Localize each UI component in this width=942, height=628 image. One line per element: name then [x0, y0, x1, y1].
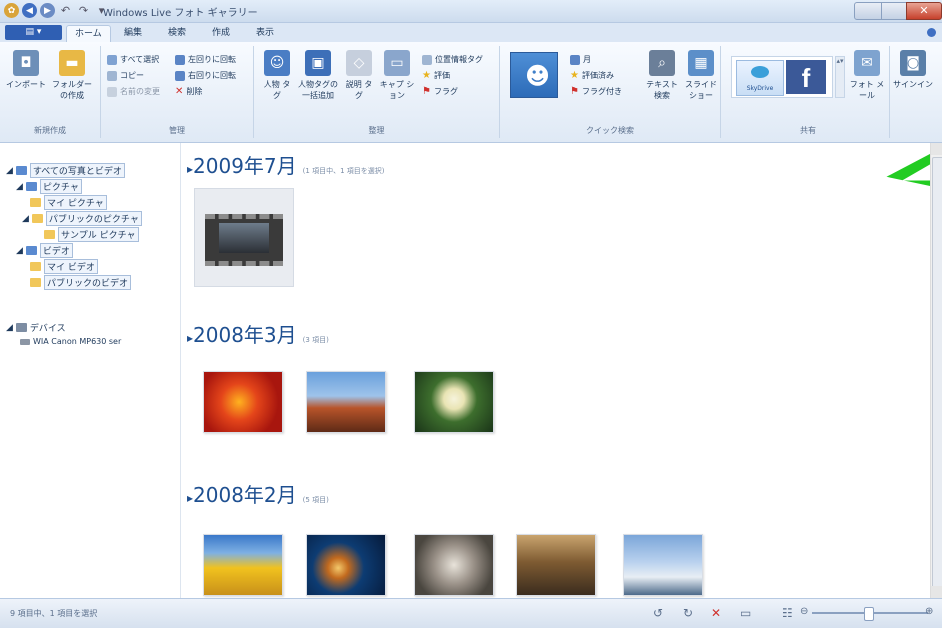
scroll-thumb[interactable] — [932, 157, 942, 589]
annotation-arrow — [883, 146, 942, 190]
rotate-left-status-icon[interactable]: ↺ — [653, 606, 663, 620]
zoom-out-icon[interactable]: ⊖ — [800, 606, 808, 617]
zoom-in-icon[interactable]: ⊕ — [925, 606, 933, 617]
status-bar: 9 項目中、1 項目を選択 ↺ ↻ ✕ ▭ ☷ ⊖ ⊕ — [0, 598, 942, 628]
rotate-right-status-icon[interactable]: ↻ — [683, 606, 693, 620]
scroll-down-icon[interactable] — [931, 586, 942, 598]
delete-status-icon[interactable]: ✕ — [711, 606, 721, 620]
zoom-slider-knob[interactable] — [864, 607, 874, 621]
status-text: 9 項目中、1 項目を選択 — [10, 609, 98, 618]
scroll-up-icon[interactable] — [931, 143, 942, 155]
zoom-slider[interactable] — [812, 607, 928, 621]
slideshow-status-icon[interactable]: ▭ — [740, 606, 751, 620]
details-view-icon[interactable]: ☷ — [782, 606, 793, 620]
vertical-scrollbar[interactable] — [930, 143, 942, 598]
